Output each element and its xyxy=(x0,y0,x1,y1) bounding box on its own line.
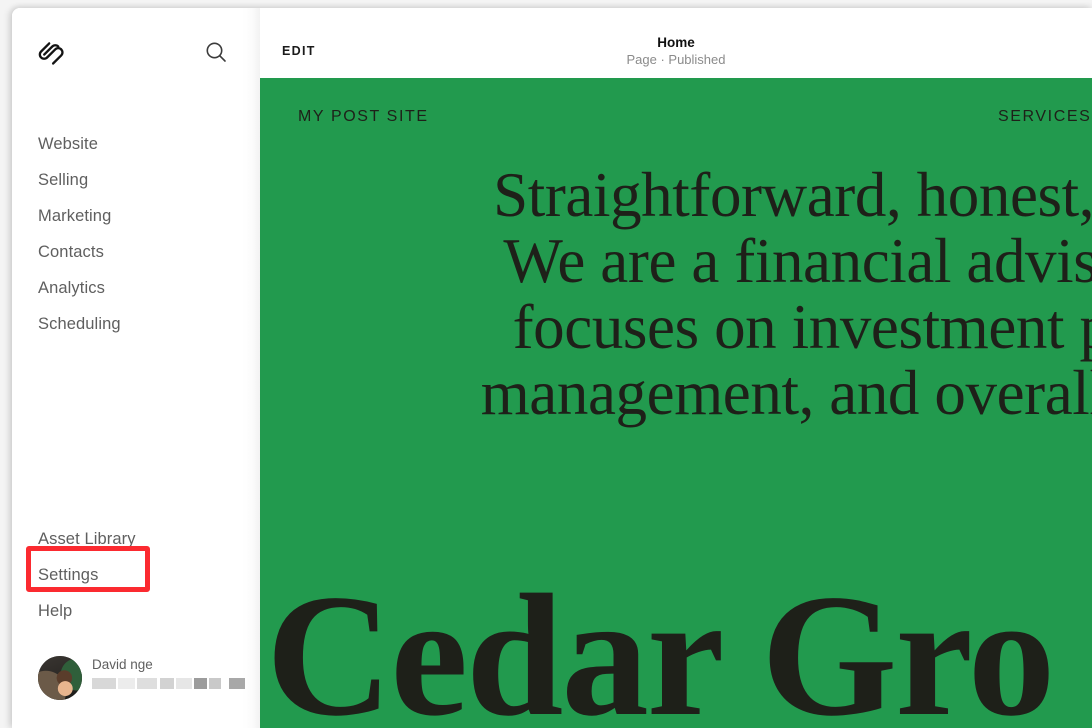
sidebar-primary-nav: Website Selling Marketing Contacts Analy… xyxy=(12,126,260,342)
page-meta: Home Page · Published xyxy=(260,34,1092,68)
hero-line-4: management, and overall finan xyxy=(480,358,1092,428)
sidebar-item-settings-wrapper: Settings xyxy=(12,546,260,593)
sidebar-secondary-nav: Asset Library Settings Help xyxy=(12,521,260,629)
avatar xyxy=(38,656,82,700)
user-name: David nge xyxy=(92,657,153,672)
squarespace-logo-icon[interactable] xyxy=(38,36,70,68)
user-account-block[interactable]: David nge xyxy=(38,656,248,702)
sidebar-item-analytics[interactable]: Analytics xyxy=(12,270,260,306)
sidebar-item-contacts[interactable]: Contacts xyxy=(12,234,260,270)
page-title: Home xyxy=(657,35,695,50)
screenshot-root: Website Selling Marketing Contacts Analy… xyxy=(0,0,1092,728)
app-window: Website Selling Marketing Contacts Analy… xyxy=(12,8,1092,728)
hero-line-2: We are a financial advisory g xyxy=(503,226,1092,296)
sidebar-item-help[interactable]: Help xyxy=(12,593,260,629)
site-big-wordmark: Cedar Gro xyxy=(266,558,1055,728)
edit-button[interactable]: EDIT xyxy=(282,44,316,58)
sidebar-item-asset-library[interactable]: Asset Library xyxy=(12,521,260,557)
sidebar-item-website[interactable]: Website xyxy=(12,126,260,162)
site-nav-item-services[interactable]: SERVICES xyxy=(998,108,1091,126)
site-brand[interactable]: MY POST SITE xyxy=(298,108,429,126)
site-preview-pane: EDIT Home Page · Published MY POST SITE … xyxy=(260,8,1092,728)
user-email-redacted xyxy=(92,678,245,689)
site-canvas: MY POST SITE SERVICES Straightforward, h… xyxy=(260,78,1092,728)
hero-line-3: focuses on investment plann xyxy=(512,292,1092,362)
avatar-image xyxy=(38,656,82,700)
sidebar-item-marketing[interactable]: Marketing xyxy=(12,198,260,234)
sidebar-item-settings[interactable]: Settings xyxy=(12,557,260,593)
sidebar-item-scheduling[interactable]: Scheduling xyxy=(12,306,260,342)
search-icon[interactable] xyxy=(202,38,230,66)
preview-topbar: EDIT Home Page · Published xyxy=(260,8,1092,78)
hero-line-1: Straightforward, honest, finan xyxy=(493,160,1092,230)
site-header: MY POST SITE SERVICES xyxy=(260,78,1092,148)
page-status: Page · Published xyxy=(626,52,726,67)
sidebar: Website Selling Marketing Contacts Analy… xyxy=(12,8,260,728)
sidebar-header xyxy=(12,8,260,100)
hero-headline: Straightforward, honest, finan We are a … xyxy=(260,162,1092,426)
sidebar-item-selling[interactable]: Selling xyxy=(12,162,260,198)
